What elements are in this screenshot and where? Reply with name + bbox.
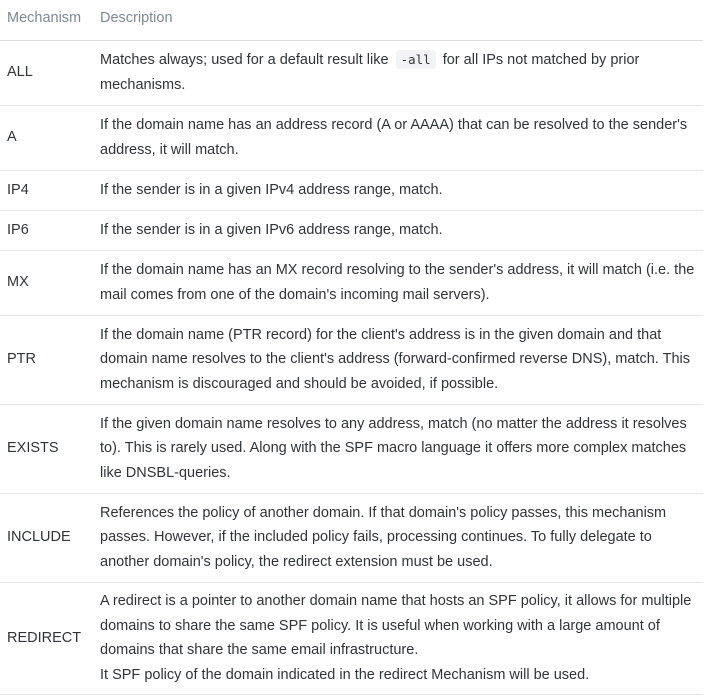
table-row: REDIRECT A redirect is a pointer to anot… [0,582,703,695]
mechanism-cell: A [0,105,94,171]
description-text: A redirect is a pointer to another domai… [100,593,692,658]
mechanism-cell: INCLUDE [0,493,94,583]
table-row: IP6 If the sender is in a given IPv6 add… [0,210,703,251]
table-row: INCLUDE References the policy of another… [0,493,703,583]
mechanism-cell: PTR [0,315,94,405]
mechanism-cell: REDIRECT [0,582,94,695]
table-row: MX If the domain name has an MX record r… [0,250,703,316]
description-cell: Matches always; used for a default resul… [94,40,703,106]
description-cell: If the domain name has an MX record reso… [94,250,703,316]
mechanism-cell: ALL [0,40,94,106]
description-cell: If the sender is in a given IPv6 address… [94,210,703,251]
description-cell: References the policy of another domain.… [94,493,703,583]
inline-code: -all [395,50,436,69]
table-row: A If the domain name has an address reco… [0,105,703,171]
mechanism-cell: IP6 [0,210,94,251]
spf-mechanisms-table: Mechanism Description ALL Matches always… [0,0,703,695]
description-text: It SPF policy of the domain indicated in… [100,666,590,683]
description-cell: If the domain name (PTR record) for the … [94,315,703,405]
description-text: Matches always; used for a default resul… [100,52,389,68]
table-header: Mechanism Description [0,0,703,41]
description-cell: If the sender is in a given IPv4 address… [94,170,703,211]
table-row: ALL Matches always; used for a default r… [0,40,703,106]
description-cell: If the domain name has an address record… [94,105,703,171]
table-row: EXISTS If the given domain name resolves… [0,404,703,494]
table-row: IP4 If the sender is in a given IPv4 add… [0,170,703,211]
mechanism-cell: IP4 [0,170,94,211]
description-cell: A redirect is a pointer to another domai… [94,582,703,695]
header-row: Mechanism Description [0,0,703,41]
mechanism-cell: MX [0,250,94,316]
mechanism-cell: EXISTS [0,404,94,494]
column-header-description: Description [94,0,703,41]
table-body: ALL Matches always; used for a default r… [0,40,703,695]
description-cell: If the given domain name resolves to any… [94,404,703,494]
column-header-mechanism: Mechanism [0,0,94,41]
table-row: PTR If the domain name (PTR record) for … [0,315,703,405]
